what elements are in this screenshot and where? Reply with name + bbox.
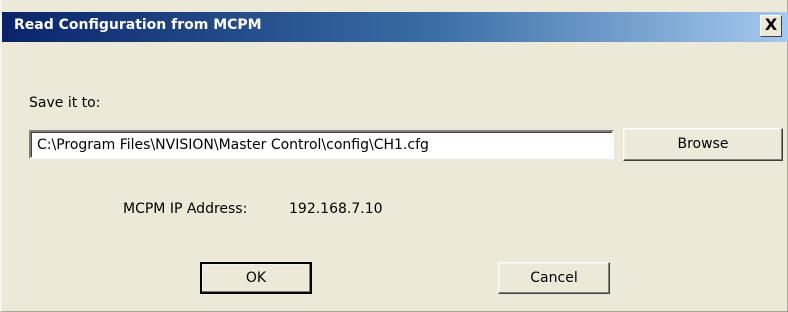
close-button[interactable]: X <box>760 15 782 37</box>
save-location-label: Save it to: <box>29 95 101 111</box>
dialog-title: Read Configuration from MCPM <box>14 17 262 33</box>
browse-button[interactable]: Browse <box>623 128 783 161</box>
cancel-button[interactable]: Cancel <box>498 262 610 294</box>
read-configuration-dialog: Read Configuration from MCPM X Save it t… <box>0 0 788 312</box>
save-path-input[interactable] <box>29 130 614 159</box>
title-bar[interactable]: Read Configuration from MCPM X <box>2 12 788 42</box>
ip-address-value: 192.168.7.10 <box>289 201 383 217</box>
close-icon: X <box>764 15 778 34</box>
ok-button[interactable]: OK <box>200 262 312 294</box>
ip-address-label: MCPM IP Address: <box>123 201 248 217</box>
